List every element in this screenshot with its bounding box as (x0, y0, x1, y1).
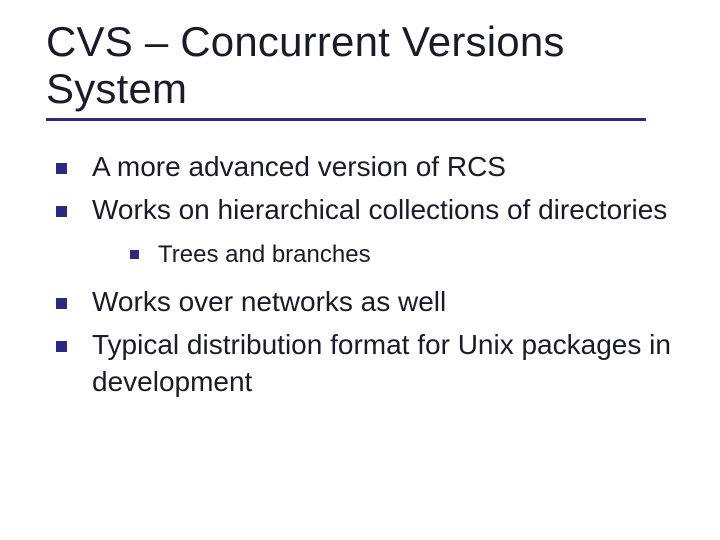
bullet-item: Works on hierarchical collections of dir… (52, 192, 686, 270)
sub-bullet-list: Trees and branches (92, 239, 686, 270)
bullet-item: Works over networks as well (52, 284, 686, 321)
bullet-item: Typical distribution format for Unix pac… (52, 327, 686, 401)
bullet-list: A more advanced version of RCS Works on … (46, 149, 686, 401)
bullet-item: A more advanced version of RCS (52, 149, 686, 186)
slide-title: CVS – Concurrent Versions System (46, 18, 686, 112)
title-underline (46, 118, 646, 121)
sub-bullet-item: Trees and branches (124, 239, 686, 270)
bullet-text: Works on hierarchical collections of dir… (92, 194, 667, 225)
sub-bullet-text: Trees and branches (158, 241, 371, 268)
slide: CVS – Concurrent Versions System A more … (0, 0, 720, 540)
bullet-text: A more advanced version of RCS (92, 151, 506, 182)
bullet-text: Works over networks as well (92, 286, 446, 317)
bullet-text: Typical distribution format for Unix pac… (92, 329, 671, 397)
